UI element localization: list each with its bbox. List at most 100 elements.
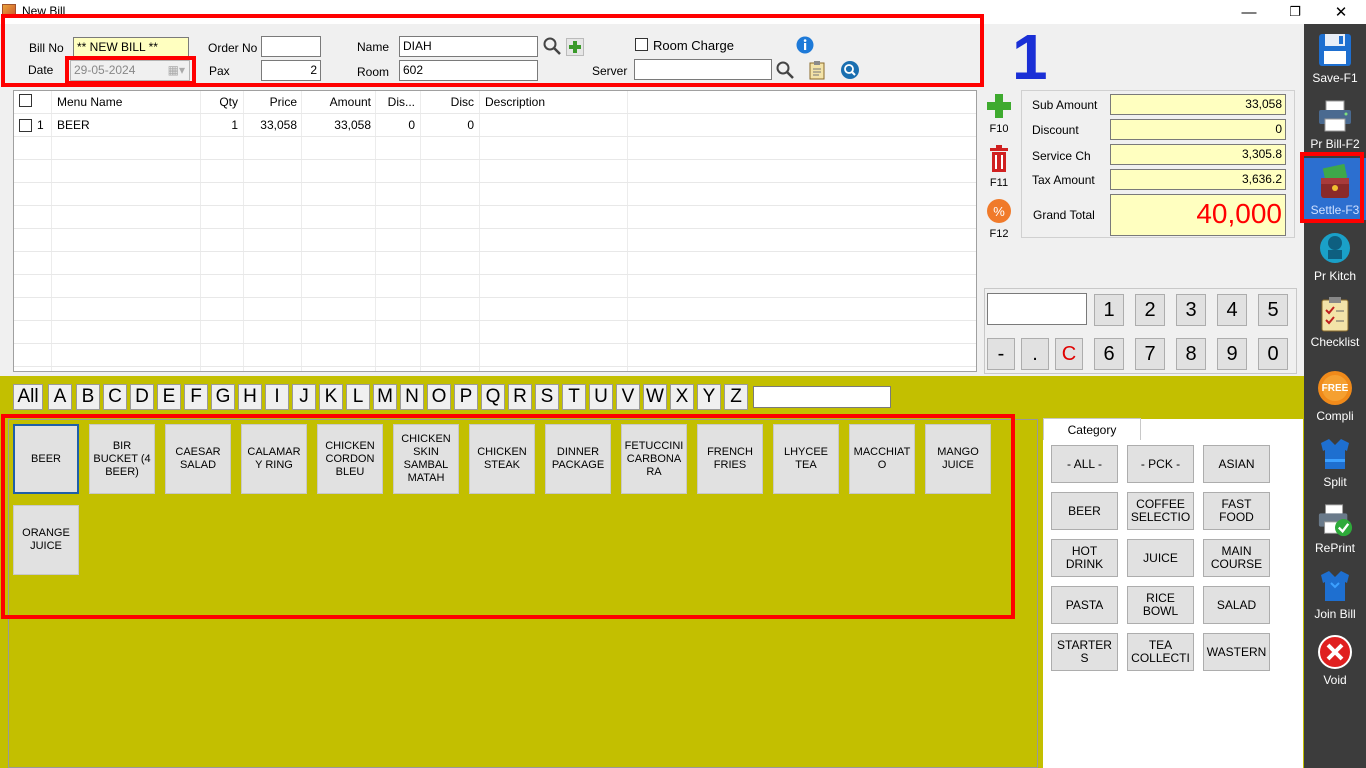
letter-filter-n[interactable]: N: [400, 384, 424, 410]
date-picker[interactable]: 29-05-2024 ▦▾: [70, 60, 190, 81]
add-item-button[interactable]: [985, 92, 1013, 120]
letter-filter-u[interactable]: U: [589, 384, 613, 410]
search-guest-icon[interactable]: [542, 36, 562, 56]
letter-filter-t[interactable]: T: [562, 384, 586, 410]
menu-item-chicken-skin-sambal-matah[interactable]: CHICKEN SKIN SAMBAL MATAH: [393, 424, 459, 494]
key-5[interactable]: 5: [1258, 294, 1288, 326]
letter-filter-v[interactable]: V: [616, 384, 640, 410]
checklist-button[interactable]: Checklist: [1304, 290, 1366, 352]
col-qty[interactable]: Qty: [200, 91, 238, 114]
menu-item-macchiato[interactable]: MACCHIAT O: [849, 424, 915, 494]
letter-filter-w[interactable]: W: [643, 384, 667, 410]
print-kitchen-button[interactable]: Pr Kitch: [1304, 224, 1366, 286]
menu-search-input[interactable]: [753, 386, 891, 408]
menu-item-fetuccini-carbonara[interactable]: FETUCCINI CARBONA RA: [621, 424, 687, 494]
key-6[interactable]: 6: [1094, 338, 1124, 370]
maximize-button[interactable]: ❐: [1272, 0, 1318, 24]
server-field[interactable]: [634, 59, 772, 80]
split-button[interactable]: Split: [1304, 430, 1366, 492]
discount-button[interactable]: %: [985, 197, 1013, 225]
bill-no-field[interactable]: ** NEW BILL **: [73, 37, 189, 58]
menu-item-beer[interactable]: BEER: [13, 424, 79, 494]
letter-filter-o[interactable]: O: [427, 384, 451, 410]
key-clear[interactable]: C: [1055, 338, 1083, 370]
col-disc[interactable]: Disc: [420, 91, 474, 114]
key-9[interactable]: 9: [1217, 338, 1247, 370]
menu-item-caesar-salad[interactable]: CAESAR SALAD: [165, 424, 231, 494]
key-minus[interactable]: -: [987, 338, 1015, 370]
key-0[interactable]: 0: [1258, 338, 1288, 370]
letter-filter-b[interactable]: B: [76, 384, 100, 410]
key-8[interactable]: 8: [1176, 338, 1206, 370]
key-1[interactable]: 1: [1094, 294, 1124, 326]
letter-filter-i[interactable]: I: [265, 384, 289, 410]
category-starters[interactable]: STARTER S: [1051, 633, 1118, 671]
key-2[interactable]: 2: [1135, 294, 1165, 326]
letter-filter-p[interactable]: P: [454, 384, 478, 410]
letter-filter-g[interactable]: G: [211, 384, 235, 410]
letter-filter-d[interactable]: D: [130, 384, 154, 410]
letter-filter-k[interactable]: K: [319, 384, 343, 410]
row-checkbox[interactable]: [19, 119, 32, 132]
menu-item-french-fries[interactable]: FRENCH FRIES: [697, 424, 763, 494]
letter-filter-z[interactable]: Z: [724, 384, 748, 410]
letter-filter-all[interactable]: All: [13, 384, 43, 410]
col-price[interactable]: Price: [243, 91, 297, 114]
void-button[interactable]: Void: [1304, 628, 1366, 690]
menu-item-calamary-ring[interactable]: CALAMAR Y RING: [241, 424, 307, 494]
letter-filter-c[interactable]: C: [103, 384, 127, 410]
compli-button[interactable]: FREE Compli: [1304, 364, 1366, 426]
order-no-field[interactable]: [261, 36, 321, 57]
letter-filter-f[interactable]: F: [184, 384, 208, 410]
save-button[interactable]: Save-F1: [1304, 26, 1366, 88]
order-grid[interactable]: Menu Name Qty Price Amount Dis... Disc D…: [13, 90, 977, 372]
room-charge-checkbox[interactable]: [635, 38, 648, 51]
menu-item-orange-juice[interactable]: ORANGE JUICE: [13, 505, 79, 575]
menu-item-bir-bucket[interactable]: BIR BUCKET (4 BEER): [89, 424, 155, 494]
category-tab[interactable]: Category: [1043, 418, 1141, 440]
letter-filter-q[interactable]: Q: [481, 384, 505, 410]
letter-filter-m[interactable]: M: [373, 384, 397, 410]
letter-filter-a[interactable]: A: [48, 384, 72, 410]
search-server-icon[interactable]: [775, 60, 795, 80]
guest-lookup-icon[interactable]: [840, 60, 860, 80]
category-wastern[interactable]: WASTERN: [1203, 633, 1270, 671]
category-fast-food[interactable]: FAST FOOD: [1203, 492, 1270, 530]
room-field[interactable]: 602: [399, 60, 538, 81]
pax-field[interactable]: 2: [261, 60, 321, 81]
letter-filter-s[interactable]: S: [535, 384, 559, 410]
letter-filter-y[interactable]: Y: [697, 384, 721, 410]
add-guest-icon[interactable]: [566, 38, 584, 56]
category-pck[interactable]: - PCK -: [1127, 445, 1194, 483]
category-rice-bowl[interactable]: RICE BOWL: [1127, 586, 1194, 624]
reprint-button[interactable]: RePrint: [1304, 496, 1366, 558]
category-salad[interactable]: SALAD: [1203, 586, 1270, 624]
category-hot-drink[interactable]: HOT DRINK: [1051, 539, 1118, 577]
guest-name-field[interactable]: DIAH: [399, 36, 538, 57]
col-menu-name[interactable]: Menu Name: [57, 91, 122, 114]
col-description[interactable]: Description: [485, 91, 545, 114]
print-bill-button[interactable]: Pr Bill-F2: [1304, 92, 1366, 154]
menu-item-chicken-cordon-bleu[interactable]: CHICKEN CORDON BLEU: [317, 424, 383, 494]
letter-filter-r[interactable]: R: [508, 384, 532, 410]
col-dis[interactable]: Dis...: [375, 91, 415, 114]
close-button[interactable]: ✕: [1318, 0, 1364, 24]
delete-item-button[interactable]: [985, 145, 1013, 173]
minimize-button[interactable]: —: [1226, 0, 1272, 24]
category-coffee-selection[interactable]: COFFEE SELECTIO: [1127, 492, 1194, 530]
category-pasta[interactable]: PASTA: [1051, 586, 1118, 624]
key-7[interactable]: 7: [1135, 338, 1165, 370]
keypad-display[interactable]: [987, 293, 1087, 325]
key-dot[interactable]: .: [1021, 338, 1049, 370]
category-asian[interactable]: ASIAN: [1203, 445, 1270, 483]
col-amount[interactable]: Amount: [301, 91, 371, 114]
letter-filter-e[interactable]: E: [157, 384, 181, 410]
select-all-checkbox[interactable]: [19, 94, 32, 107]
info-icon[interactable]: [795, 35, 815, 55]
letter-filter-l[interactable]: L: [346, 384, 370, 410]
category-beer[interactable]: BEER: [1051, 492, 1118, 530]
category-main-course[interactable]: MAIN COURSE: [1203, 539, 1270, 577]
letter-filter-x[interactable]: X: [670, 384, 694, 410]
letter-filter-h[interactable]: H: [238, 384, 262, 410]
menu-item-dinner-package[interactable]: DINNER PACKAGE: [545, 424, 611, 494]
